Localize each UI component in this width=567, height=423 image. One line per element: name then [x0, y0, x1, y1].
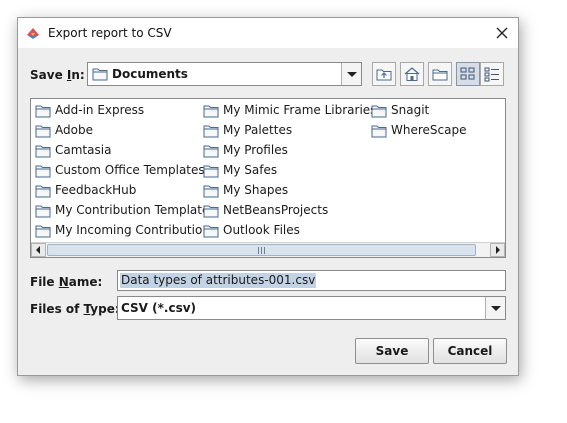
new-folder-icon: [432, 69, 448, 81]
scroll-right-button[interactable]: [490, 243, 505, 257]
folder-icon: [35, 205, 51, 218]
file-list[interactable]: Add-in Express Adobe Camtasia Custom Off…: [30, 98, 506, 258]
file-name-label: File Name:: [30, 275, 103, 289]
folder-name: FeedbackHub: [55, 183, 137, 197]
save-in-label: Save In:: [30, 68, 85, 82]
folder-name: My Shapes: [223, 183, 289, 197]
folder-icon: [371, 125, 387, 138]
folder-icon: [203, 105, 219, 118]
folder-icon: [371, 105, 387, 118]
close-icon[interactable]: [490, 21, 514, 45]
chevron-down-icon: [347, 72, 357, 77]
folder-icon: [35, 185, 51, 198]
horizontal-scrollbar[interactable]: [31, 242, 505, 257]
folder-name: My Palettes: [223, 123, 293, 137]
folder-icon: [35, 105, 51, 118]
window-title: Export report to CSV: [48, 26, 172, 40]
folder-name: Camtasia: [55, 143, 112, 157]
up-one-level-button[interactable]: [372, 62, 396, 86]
folder-name: My Safes: [223, 163, 278, 177]
scrollbar-thumb[interactable]: [47, 244, 476, 256]
folder-icon: [35, 125, 51, 138]
folder-name: Custom Office Templates: [55, 163, 205, 177]
details-view-icon: [484, 67, 499, 82]
folder-icon: [203, 205, 219, 218]
folder-icon: [35, 165, 51, 178]
folder-name: My Profiles: [223, 143, 288, 157]
folder-name: NetBeansProjects: [223, 203, 329, 217]
folder-name: Snagit: [391, 103, 430, 117]
file-name-value: Data types of attributes-001.csv: [120, 273, 317, 288]
folder-name: My Mimic Frame Libraries: [223, 103, 377, 117]
folder-icon: [203, 145, 219, 158]
up-one-level-icon: [376, 69, 392, 81]
file-type-dropdown-arrow[interactable]: [485, 297, 505, 319]
title-bar[interactable]: Export report to CSV: [18, 18, 518, 48]
folder-icon: [203, 185, 219, 198]
folder-icon: [35, 225, 51, 238]
folder-icon: [203, 165, 219, 178]
app-logo-icon: [27, 28, 39, 39]
folder-name: My Contribution Templates: [55, 203, 216, 217]
scrollbar-grip: [258, 247, 266, 254]
home-icon: [404, 67, 420, 81]
list-view-button[interactable]: [456, 62, 480, 86]
folder-name: Outlook Files: [223, 223, 300, 237]
save-in-dropdown[interactable]: Documents: [87, 62, 362, 86]
new-folder-button[interactable]: [428, 62, 452, 86]
home-button[interactable]: [400, 62, 424, 86]
file-name-input[interactable]: Data types of attributes-001.csv: [117, 270, 506, 291]
chevron-left-icon: [36, 246, 40, 254]
save-in-dropdown-arrow[interactable]: [341, 63, 361, 85]
list-view-icon: [460, 67, 475, 80]
folder-name: Adobe: [55, 123, 93, 137]
folder-icon: [35, 145, 51, 158]
folder-icon: [92, 68, 108, 81]
scroll-left-button[interactable]: [31, 243, 46, 257]
folder-name: WhereScape: [391, 123, 467, 137]
chevron-right-icon: [496, 246, 500, 254]
file-type-label: Files of Type:: [30, 302, 120, 316]
chevron-down-icon: [491, 306, 501, 311]
folder-name: My Incoming Contributions: [55, 223, 217, 237]
folder-icon: [203, 125, 219, 138]
folder-icon: [203, 225, 219, 238]
cancel-button[interactable]: Cancel: [433, 338, 507, 364]
save-button[interactable]: Save: [355, 338, 429, 364]
export-dialog: Export report to CSV Save In: Documents: [17, 17, 519, 376]
folder-name: Add-in Express: [55, 103, 145, 117]
file-type-dropdown[interactable]: CSV (*.csv): [117, 296, 506, 320]
file-type-value: CSV (*.csv): [121, 301, 197, 315]
save-in-value: Documents: [112, 67, 188, 81]
details-view-button[interactable]: [480, 62, 504, 86]
